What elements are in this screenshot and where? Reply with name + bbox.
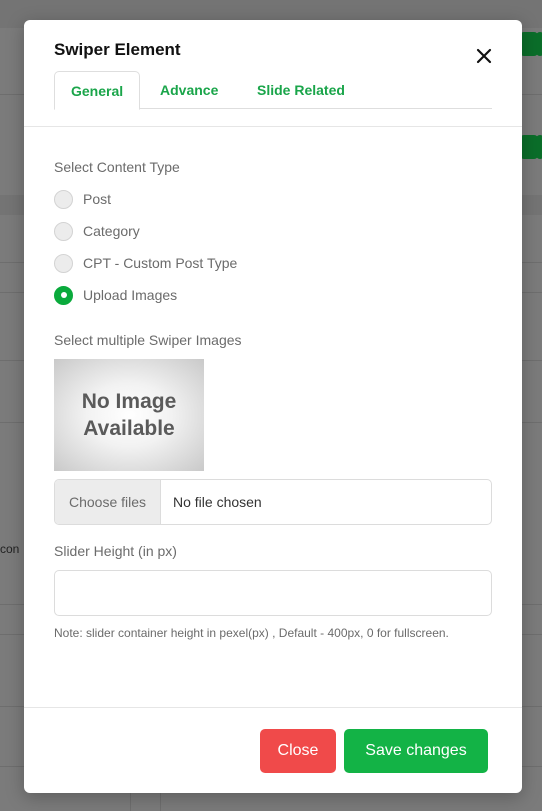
- slider-height-input[interactable]: [54, 570, 492, 616]
- bg-action-button: [536, 32, 542, 56]
- radio-circle[interactable]: [54, 221, 73, 241]
- no-image-placeholder: No Image Available: [54, 359, 204, 471]
- radio-label: Category: [83, 223, 140, 239]
- tab-bar: General Advance Slide Related: [54, 71, 492, 110]
- close-button[interactable]: Close: [260, 729, 336, 773]
- radio-label: Upload Images: [83, 287, 178, 303]
- radio-circle[interactable]: [54, 253, 73, 273]
- bg-action-button: [536, 135, 542, 159]
- bg-divider: [130, 793, 131, 811]
- tab-advance[interactable]: Advance: [144, 71, 234, 109]
- tab-slide-related[interactable]: Slide Related: [241, 71, 361, 109]
- radio-cpt[interactable]: CPT - Custom Post Type: [54, 253, 237, 273]
- file-input[interactable]: Choose files No file chosen: [54, 479, 492, 525]
- save-changes-button[interactable]: Save changes: [344, 729, 488, 773]
- modal-header: Swiper Element General Advance Slide Rel…: [24, 20, 522, 127]
- file-status: No file chosen: [173, 494, 262, 510]
- swiper-images-label: Select multiple Swiper Images: [54, 332, 242, 348]
- modal-footer: Close Save changes: [24, 707, 522, 793]
- slider-height-note: Note: slider container height in pexel(p…: [54, 626, 449, 640]
- radio-category[interactable]: Category: [54, 221, 140, 241]
- choose-files-button[interactable]: Choose files: [55, 480, 161, 524]
- bg-divider: [160, 793, 161, 811]
- radio-circle[interactable]: [54, 189, 73, 209]
- radio-circle-checked[interactable]: [54, 285, 73, 305]
- swiper-element-modal: Swiper Element General Advance Slide Rel…: [24, 20, 522, 793]
- content-type-label: Select Content Type: [54, 159, 180, 175]
- no-image-text: No Image: [81, 390, 177, 413]
- modal-title: Swiper Element: [54, 40, 181, 59]
- radio-label: Post: [83, 191, 112, 207]
- slider-height-label: Slider Height (in px): [54, 543, 177, 559]
- close-icon[interactable]: [474, 46, 494, 66]
- radio-upload-images[interactable]: Upload Images: [54, 285, 177, 305]
- bg-partial-text: con: [0, 542, 20, 556]
- tab-general[interactable]: General: [54, 71, 141, 110]
- radio-post[interactable]: Post: [54, 189, 111, 209]
- radio-label: CPT - Custom Post Type: [83, 255, 238, 271]
- no-image-text: Available: [83, 417, 175, 440]
